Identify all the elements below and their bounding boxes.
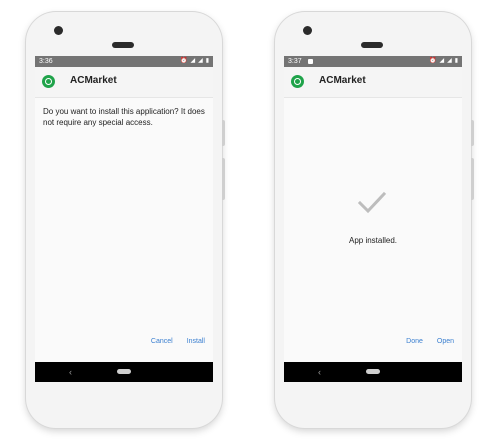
volume-button	[222, 158, 225, 200]
signal-icon: ◢	[447, 58, 452, 64]
phone-install-complete: 3:37 ⏰ ◢ ◢ ▮ ACMarket App installed. Don…	[275, 12, 474, 428]
status-time: 3:36	[39, 58, 53, 65]
battery-icon: ▮	[205, 58, 209, 64]
status-time: 3:37	[288, 58, 302, 65]
wifi-icon: ◢	[439, 58, 445, 64]
stage: 3:36 ⏰ ◢ ◢ ▮ ACMarket Do you want to ins…	[0, 0, 500, 442]
app-bar: ACMarket	[35, 67, 213, 98]
home-icon[interactable]	[366, 369, 380, 374]
notification-icon	[308, 59, 313, 64]
earpiece-speaker	[361, 42, 383, 48]
installed-status: App installed.	[348, 236, 398, 245]
install-message: Do you want to install this application?…	[43, 107, 205, 127]
earpiece-speaker	[112, 42, 134, 48]
app-bar: ACMarket	[284, 67, 462, 98]
battery-icon: ▮	[454, 58, 458, 64]
check-icon	[357, 191, 387, 214]
screen: 3:37 ⏰ ◢ ◢ ▮ ACMarket App installed. Don…	[284, 56, 462, 382]
power-button	[222, 120, 225, 146]
navigation-bar: ‹	[35, 362, 213, 382]
screen: 3:36 ⏰ ◢ ◢ ▮ ACMarket Do you want to ins…	[35, 56, 213, 382]
front-camera	[303, 26, 312, 35]
done-button[interactable]: Done	[406, 338, 423, 345]
phone-install-prompt: 3:36 ⏰ ◢ ◢ ▮ ACMarket Do you want to ins…	[26, 12, 225, 428]
alarm-icon: ⏰	[428, 58, 437, 64]
volume-button	[471, 158, 474, 200]
status-icons: ⏰ ◢ ◢ ▮	[429, 56, 458, 67]
acmarket-logo-icon	[291, 75, 304, 88]
back-icon[interactable]: ‹	[318, 366, 321, 378]
navigation-bar: ‹	[284, 362, 462, 382]
install-button[interactable]: Install	[187, 338, 205, 345]
signal-icon: ◢	[198, 58, 203, 64]
status-icons: ⏰ ◢ ◢ ▮	[180, 56, 209, 67]
app-title: ACMarket	[319, 75, 366, 86]
status-bar: 3:36 ⏰ ◢ ◢ ▮	[35, 56, 213, 67]
wifi-icon: ◢	[190, 58, 196, 64]
dialog-actions: Cancel Install	[151, 338, 205, 345]
acmarket-logo-icon	[42, 75, 55, 88]
app-title: ACMarket	[70, 75, 117, 86]
front-camera	[54, 26, 63, 35]
back-icon[interactable]: ‹	[69, 366, 72, 378]
alarm-icon: ⏰	[179, 58, 188, 64]
power-button	[471, 120, 474, 146]
cancel-button[interactable]: Cancel	[151, 338, 173, 345]
open-button[interactable]: Open	[437, 338, 454, 345]
home-icon[interactable]	[117, 369, 131, 374]
dialog-actions: Done Open	[406, 338, 454, 345]
status-bar: 3:37 ⏰ ◢ ◢ ▮	[284, 56, 462, 67]
